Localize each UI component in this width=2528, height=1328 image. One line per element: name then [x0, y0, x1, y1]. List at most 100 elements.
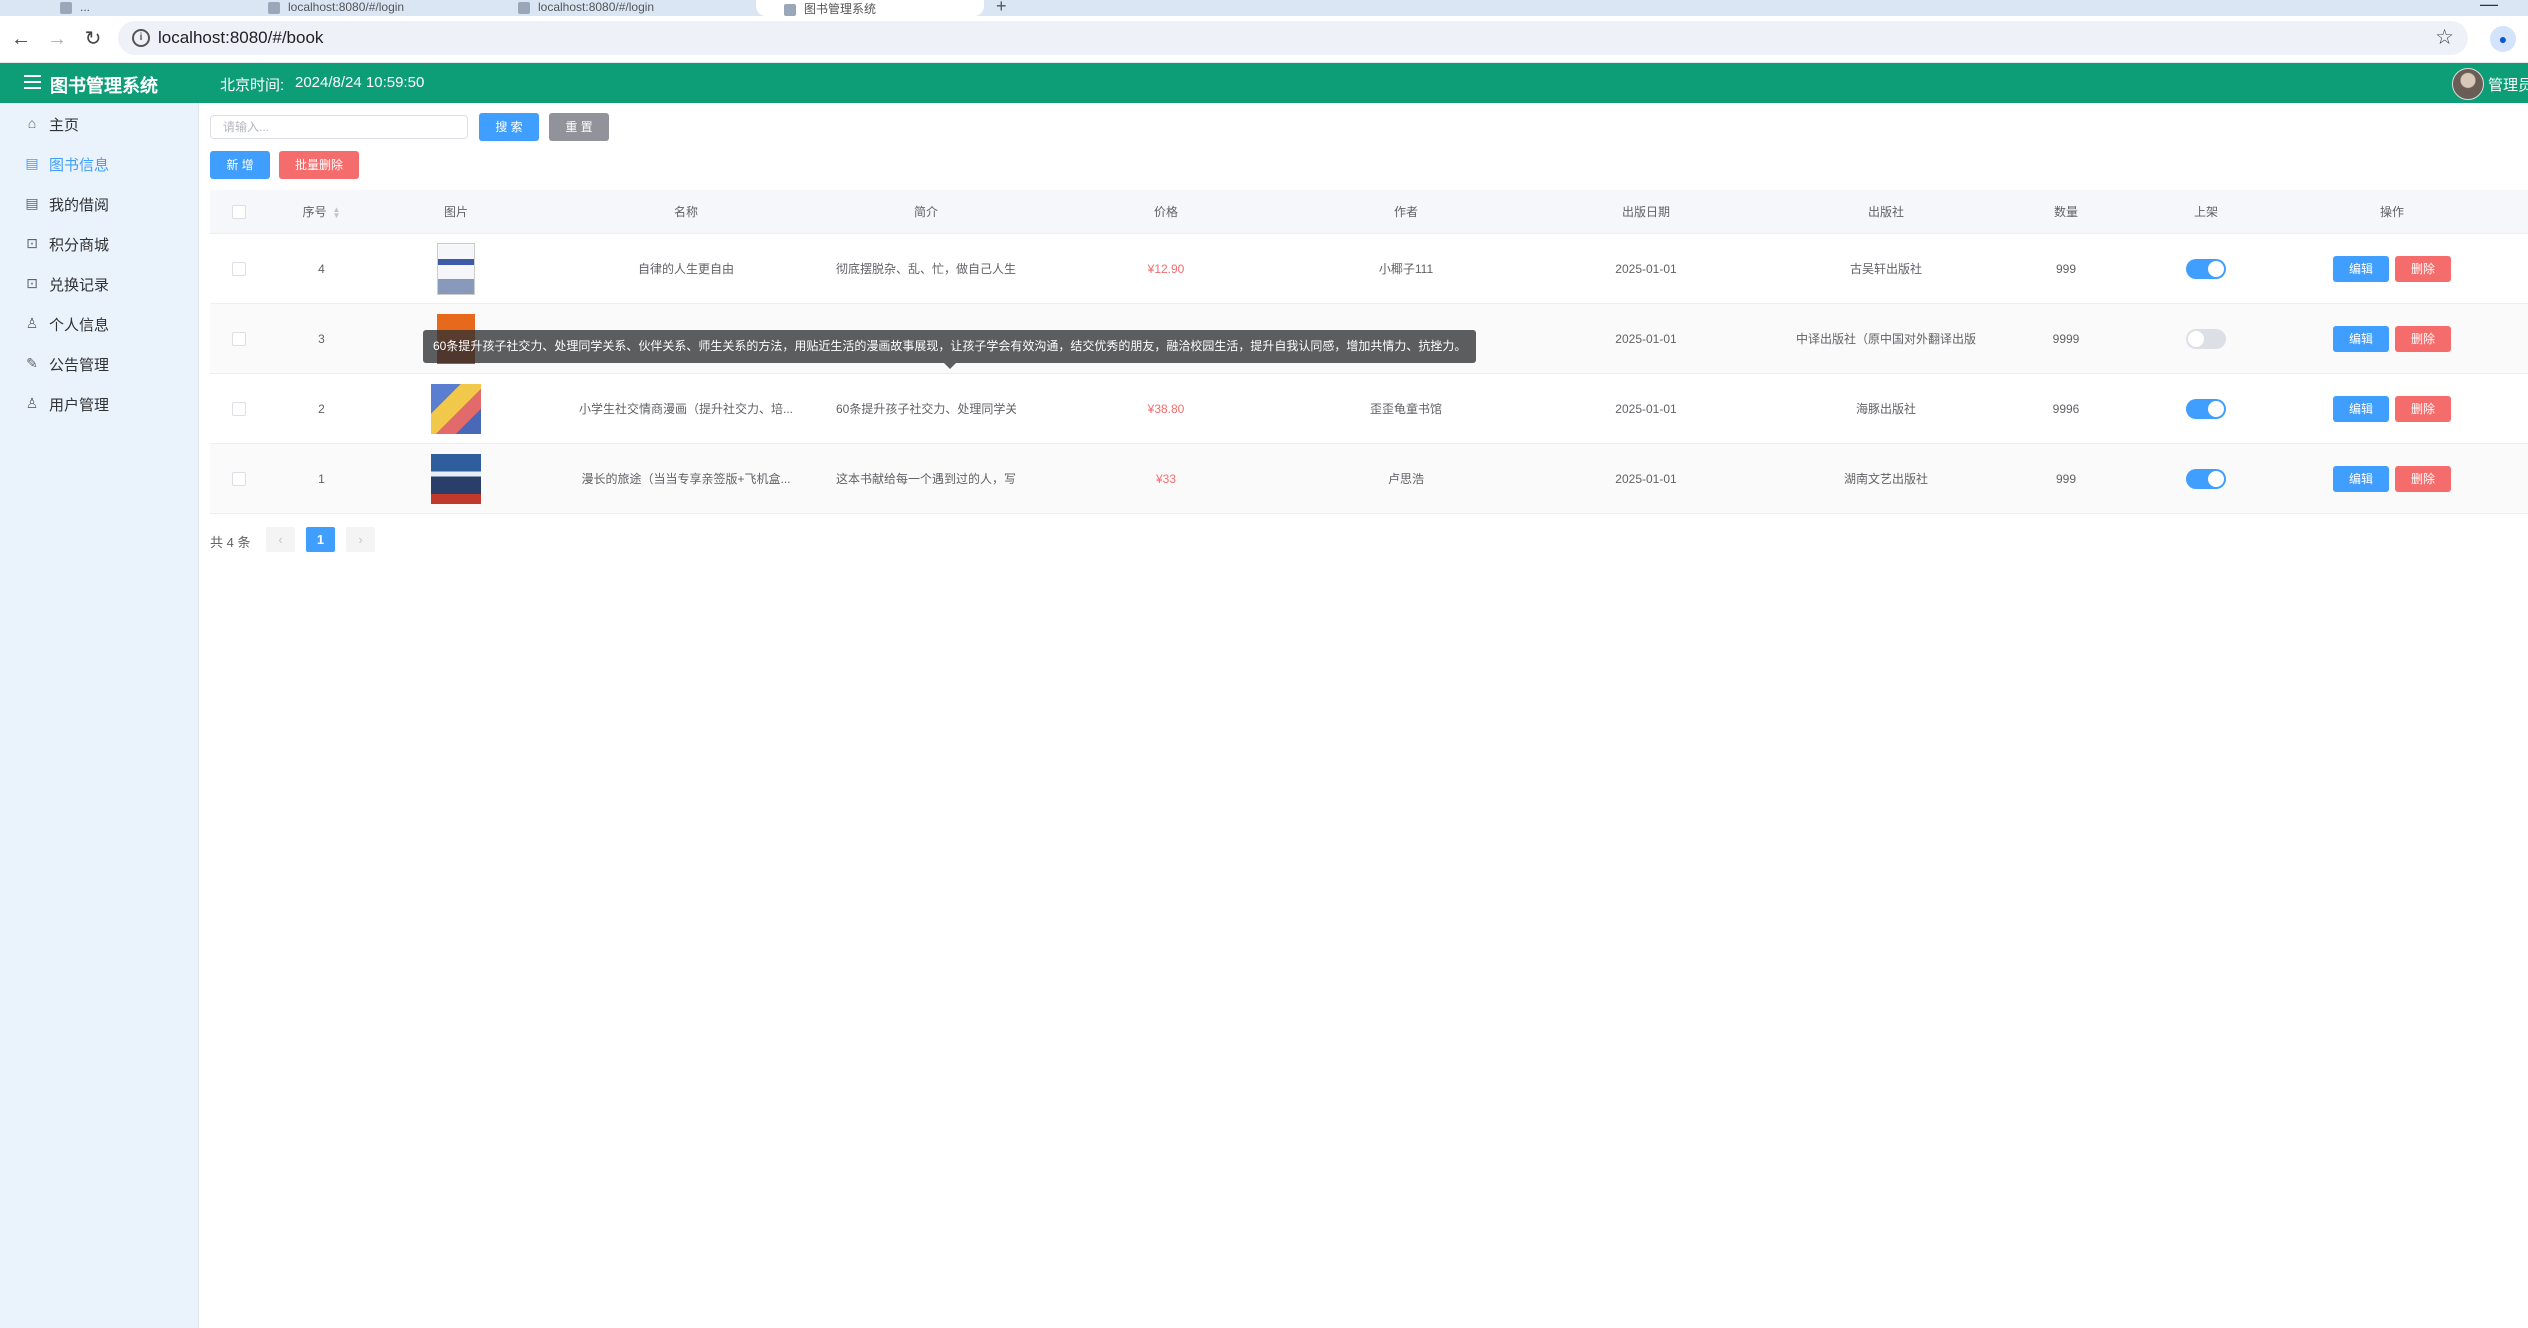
- column-header: 图片: [376, 190, 536, 234]
- new-tab-icon[interactable]: +: [996, 0, 1007, 16]
- browser-tab-active[interactable]: 图书管理系统: [756, 0, 984, 16]
- forward-icon[interactable]: →: [44, 26, 70, 52]
- sidebar-item-label: 积分商城: [49, 237, 110, 254]
- address-bar[interactable]: i localhost:8080/#/book ☆: [118, 21, 2468, 55]
- sidebar-item-points-mall[interactable]: ⊡ 积分商城: [0, 224, 198, 264]
- intro-tooltip: 60条提升孩子社交力、处理同学关系、伙伴关系、师生关系的方法，用贴近生活的漫画故…: [423, 330, 1476, 363]
- site-info-icon[interactable]: i: [132, 29, 150, 47]
- publisher-cell: 海豚出版社: [1796, 373, 1976, 444]
- address-url[interactable]: localhost:8080/#/book: [158, 28, 323, 48]
- date-cell: 2025-01-01: [1496, 443, 1796, 514]
- id-cell: 4: [267, 233, 376, 304]
- row-checkbox[interactable]: [231, 401, 246, 416]
- sidebar-item-label: 用户管理: [49, 397, 110, 414]
- name-cell: 小学生社交情商漫画（提升社交力、培...: [536, 373, 836, 444]
- user-name[interactable]: 管理员: [2488, 74, 2528, 95]
- browser-tab[interactable]: localhost:8080/#/login: [268, 0, 508, 16]
- column-header: 出版日期: [1496, 190, 1796, 234]
- sidebar-item-my-borrow[interactable]: ▤ 我的借阅: [0, 184, 198, 224]
- shopping-bag-icon: ⊡: [26, 235, 38, 251]
- sidebar-item-label: 我的借阅: [49, 197, 110, 214]
- row-checkbox[interactable]: [231, 471, 246, 486]
- table-row: 4 自律的人生更自由 彻底摆脱杂、乱、忙，做自己人生的掌... ¥12.90 小…: [210, 233, 2528, 304]
- sidebar-item-label: 个人信息: [49, 317, 110, 334]
- sidebar-item-home[interactable]: ⌂ 主页: [0, 104, 198, 144]
- delete-button[interactable]: 删除: [2395, 465, 2451, 492]
- tab-favicon-icon: [268, 1, 280, 14]
- bookmark-star-icon[interactable]: ☆: [2435, 25, 2454, 50]
- avatar[interactable]: [2452, 68, 2484, 100]
- row-checkbox[interactable]: [231, 331, 246, 346]
- row-checkbox[interactable]: [231, 261, 246, 276]
- table-row: 1 漫长的旅途（当当专享亲签版+飞机盒... 这本书献给每一个遇到过的人，写给每…: [210, 443, 2528, 514]
- column-header[interactable]: 序号 ▲ ▼: [267, 190, 376, 234]
- author-cell: 卢思浩: [1316, 443, 1496, 514]
- pagination-page-button[interactable]: 1: [306, 527, 335, 552]
- sidebar-item-exchange-records[interactable]: ⊡ 兑换记录: [0, 264, 198, 304]
- column-header: 出版社: [1796, 190, 1976, 234]
- document-icon: ▤: [25, 155, 39, 171]
- name-cell: 自律的人生更自由: [536, 233, 836, 304]
- tab-favicon-icon: [518, 1, 530, 14]
- intro-cell[interactable]: 60条提升孩子社交力、处理同学关系、...: [836, 400, 1016, 417]
- on-shelf-toggle[interactable]: [2186, 398, 2226, 419]
- back-icon[interactable]: ←: [8, 26, 34, 52]
- book-cover-image[interactable]: [437, 242, 475, 295]
- intro-cell[interactable]: 彻底摆脱杂、乱、忙，做自己人生的掌...: [836, 260, 1016, 277]
- pagination-next-button[interactable]: ›: [346, 527, 375, 552]
- table-row: 2 小学生社交情商漫画（提升社交力、培... 60条提升孩子社交力、处理同学关系…: [210, 373, 2528, 444]
- browser-tab[interactable]: localhost:8080/#/login: [518, 0, 758, 16]
- column-header: 作者: [1316, 190, 1496, 234]
- select-all-cell[interactable]: [210, 190, 267, 234]
- delete-button[interactable]: 删除: [2395, 395, 2451, 422]
- sidebar-item-label: 公告管理: [49, 357, 110, 374]
- on-shelf-toggle[interactable]: [2186, 468, 2226, 489]
- column-header: 名称: [536, 190, 836, 234]
- reset-button[interactable]: 重 置: [549, 113, 609, 141]
- sidebar: ⌂ 主页 ▤ 图书信息 ▤ 我的借阅 ⊡ 积分商城 ⊡ 兑换记录 ♙ 个人信息 …: [0, 103, 199, 1328]
- sort-caret-icon[interactable]: ▲ ▼: [333, 205, 341, 219]
- sidebar-item-book-info[interactable]: ▤ 图书信息: [0, 144, 198, 184]
- edit-button[interactable]: 编辑: [2333, 255, 2389, 282]
- on-shelf-toggle[interactable]: [2186, 258, 2226, 279]
- menu-icon[interactable]: [24, 75, 41, 89]
- edit-button[interactable]: 编辑: [2333, 395, 2389, 422]
- home-icon: ⌂: [27, 115, 37, 131]
- sidebar-item-users[interactable]: ♙ 用户管理: [0, 384, 198, 424]
- id-cell: 3: [267, 303, 376, 374]
- edit-button[interactable]: 编辑: [2333, 465, 2389, 492]
- search-input[interactable]: [210, 115, 468, 139]
- clock-label: 北京时间:: [220, 77, 285, 94]
- sidebar-item-profile[interactable]: ♙ 个人信息: [0, 304, 198, 344]
- tab-favicon-icon: [784, 3, 796, 16]
- edit-icon: ✎: [26, 355, 38, 371]
- add-button[interactable]: 新 增: [210, 151, 270, 179]
- column-header: 操作: [2256, 190, 2528, 234]
- column-header: 数量: [1976, 190, 2156, 234]
- edit-button[interactable]: 编辑: [2333, 325, 2389, 352]
- intro-cell[interactable]: 这本书献给每一个遇到过的人，写给每...: [836, 470, 1016, 487]
- minimize-window-icon[interactable]: —: [2480, 0, 2498, 15]
- publisher-cell: 湖南文艺出版社: [1796, 443, 1976, 514]
- date-cell: 2025-01-01: [1496, 233, 1796, 304]
- search-button[interactable]: 搜 索: [479, 113, 539, 141]
- profile-icon[interactable]: ●: [2490, 26, 2516, 52]
- book-cover-image[interactable]: [431, 453, 481, 504]
- quantity-cell: 999: [1976, 233, 2156, 304]
- delete-button[interactable]: 删除: [2395, 255, 2451, 282]
- batch-delete-button[interactable]: 批量删除: [279, 151, 359, 179]
- sidebar-item-notices[interactable]: ✎ 公告管理: [0, 344, 198, 384]
- delete-button[interactable]: 删除: [2395, 325, 2451, 352]
- on-shelf-toggle[interactable]: [2186, 328, 2226, 349]
- author-cell: 歪歪龟童书馆: [1316, 373, 1496, 444]
- app-title: 图书管理系统: [50, 76, 158, 96]
- app-header: 图书管理系统 北京时间: 2024/8/24 10:59:50 管理员: [0, 63, 2528, 103]
- sidebar-item-label: 主页: [49, 117, 80, 134]
- select-all-checkbox[interactable]: [231, 204, 246, 219]
- reload-icon[interactable]: ↻: [80, 26, 106, 52]
- pagination-prev-button[interactable]: ‹: [266, 527, 295, 552]
- book-cover-image[interactable]: [431, 383, 481, 434]
- shopping-bag-icon: ⊡: [26, 275, 38, 291]
- browser-tab[interactable]: ...: [60, 0, 260, 16]
- date-cell: 2025-01-01: [1496, 303, 1796, 374]
